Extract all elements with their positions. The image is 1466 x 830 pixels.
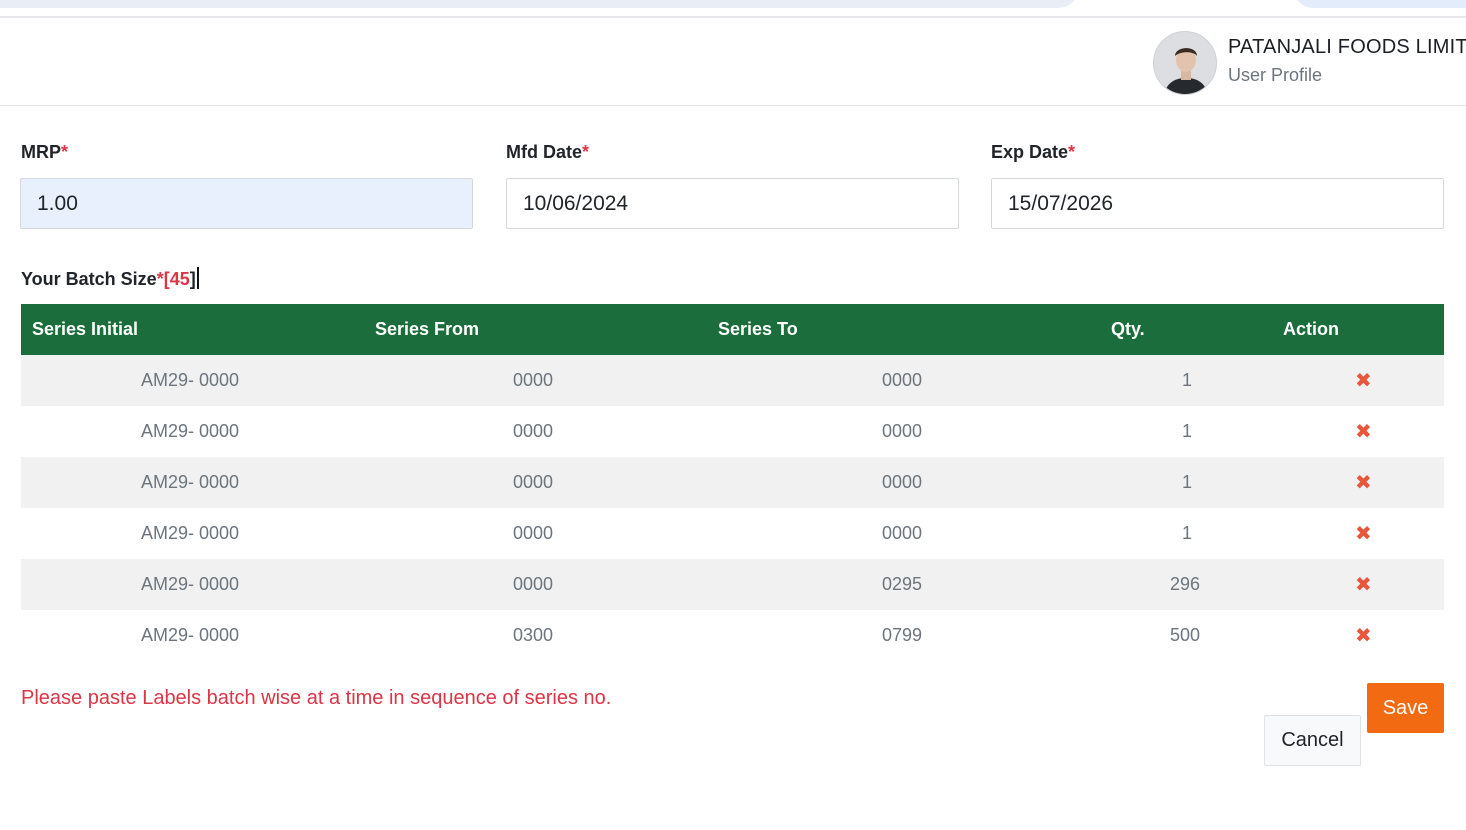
close-icon[interactable]: ✖: [1355, 623, 1373, 647]
cell-series-to: 0295: [882, 574, 923, 594]
required-mark: *: [582, 142, 590, 162]
cell-qty: 296: [1170, 574, 1201, 594]
user-profile-link[interactable]: User Profile: [1228, 65, 1322, 86]
page-header: PATANJALI FOODS LIMIT User Profile: [0, 20, 1466, 106]
cell-qty: 1: [1182, 472, 1193, 492]
save-button[interactable]: Save: [1367, 683, 1444, 733]
col-series-from: Series From: [375, 319, 480, 339]
cell-qty: 1: [1182, 370, 1193, 390]
exp-date-label-text: Exp Date: [991, 142, 1069, 162]
cell-series-initial: AM29- 0000: [141, 523, 240, 543]
close-icon[interactable]: ✖: [1355, 368, 1373, 392]
table-row: AM29- 0000 0000 0000 1 ✖: [21, 406, 1444, 457]
cell-qty: 500: [1170, 625, 1201, 645]
batch-bracket-close: ]: [189, 269, 196, 289]
col-qty: Qty.: [1111, 319, 1145, 339]
cell-series-initial: AM29- 0000: [141, 370, 240, 390]
cell-series-from: 0000: [513, 472, 554, 492]
cancel-button[interactable]: Cancel: [1264, 715, 1361, 766]
cell-series-from: 0300: [513, 625, 554, 645]
close-icon[interactable]: ✖: [1355, 419, 1373, 443]
table-row: AM29- 0000 0300 0799 500 ✖: [21, 610, 1444, 661]
table-row: AM29- 0000 0000 0295 296 ✖: [21, 559, 1444, 610]
mrp-input[interactable]: [20, 178, 473, 229]
text-caret: [196, 267, 199, 289]
col-series-to: Series To: [718, 319, 798, 339]
table-row: AM29- 0000 0000 0000 1 ✖: [21, 355, 1444, 406]
required-mark: *: [1068, 142, 1076, 162]
cell-series-from: 0000: [513, 523, 554, 543]
mfd-date-input[interactable]: [506, 178, 959, 229]
table-header: Series Initial Series From Series To Qty…: [21, 304, 1444, 355]
mrp-label: MRP*: [21, 142, 68, 163]
instruction-note: Please paste Labels batch wise at a time…: [21, 687, 612, 709]
series-table: Series Initial Series From Series To Qty…: [21, 304, 1444, 661]
cell-series-to: 0000: [882, 523, 923, 543]
cell-series-to: 0000: [882, 472, 923, 492]
mrp-label-text: MRP: [21, 142, 61, 162]
required-mark: *: [156, 269, 164, 289]
company-name: PATANJALI FOODS LIMIT: [1228, 36, 1466, 58]
user-avatar-icon: [1154, 32, 1216, 94]
top-tab-pill: [1292, 0, 1466, 8]
mfd-date-label: Mfd Date*: [506, 142, 589, 163]
cell-series-from: 0000: [513, 574, 554, 594]
cell-series-initial: AM29- 0000: [141, 574, 240, 594]
exp-date-label: Exp Date*: [991, 142, 1075, 163]
cell-series-to: 0000: [882, 421, 923, 441]
cell-series-to: 0799: [882, 625, 923, 645]
close-icon[interactable]: ✖: [1355, 572, 1373, 596]
required-mark: *: [61, 142, 69, 162]
table-row: AM29- 0000 0000 0000 1 ✖: [21, 457, 1444, 508]
top-tab-bar: [0, 0, 1080, 8]
browser-top-strip: [0, 0, 1466, 18]
cell-series-initial: AM29- 0000: [141, 472, 240, 492]
avatar[interactable]: [1153, 31, 1217, 95]
col-action: Action: [1283, 319, 1339, 339]
cell-qty: 1: [1182, 523, 1193, 543]
exp-date-input[interactable]: [991, 178, 1444, 229]
cell-series-from: 0000: [513, 421, 554, 441]
cell-series-initial: AM29- 0000: [141, 421, 240, 441]
batch-size-value: 45: [169, 269, 190, 289]
close-icon[interactable]: ✖: [1355, 470, 1373, 494]
cell-series-to: 0000: [882, 370, 923, 390]
mfd-date-label-text: Mfd Date: [506, 142, 582, 162]
close-icon[interactable]: ✖: [1355, 521, 1373, 545]
cell-series-initial: AM29- 0000: [141, 625, 240, 645]
cell-qty: 1: [1182, 421, 1193, 441]
table-row: AM29- 0000 0000 0000 1 ✖: [21, 508, 1444, 559]
batch-size-label: Your Batch Size*[45]: [21, 267, 199, 290]
col-series-initial: Series Initial: [32, 319, 139, 339]
cell-series-from: 0000: [513, 370, 554, 390]
batch-size-label-text: Your Batch Size: [21, 269, 157, 289]
